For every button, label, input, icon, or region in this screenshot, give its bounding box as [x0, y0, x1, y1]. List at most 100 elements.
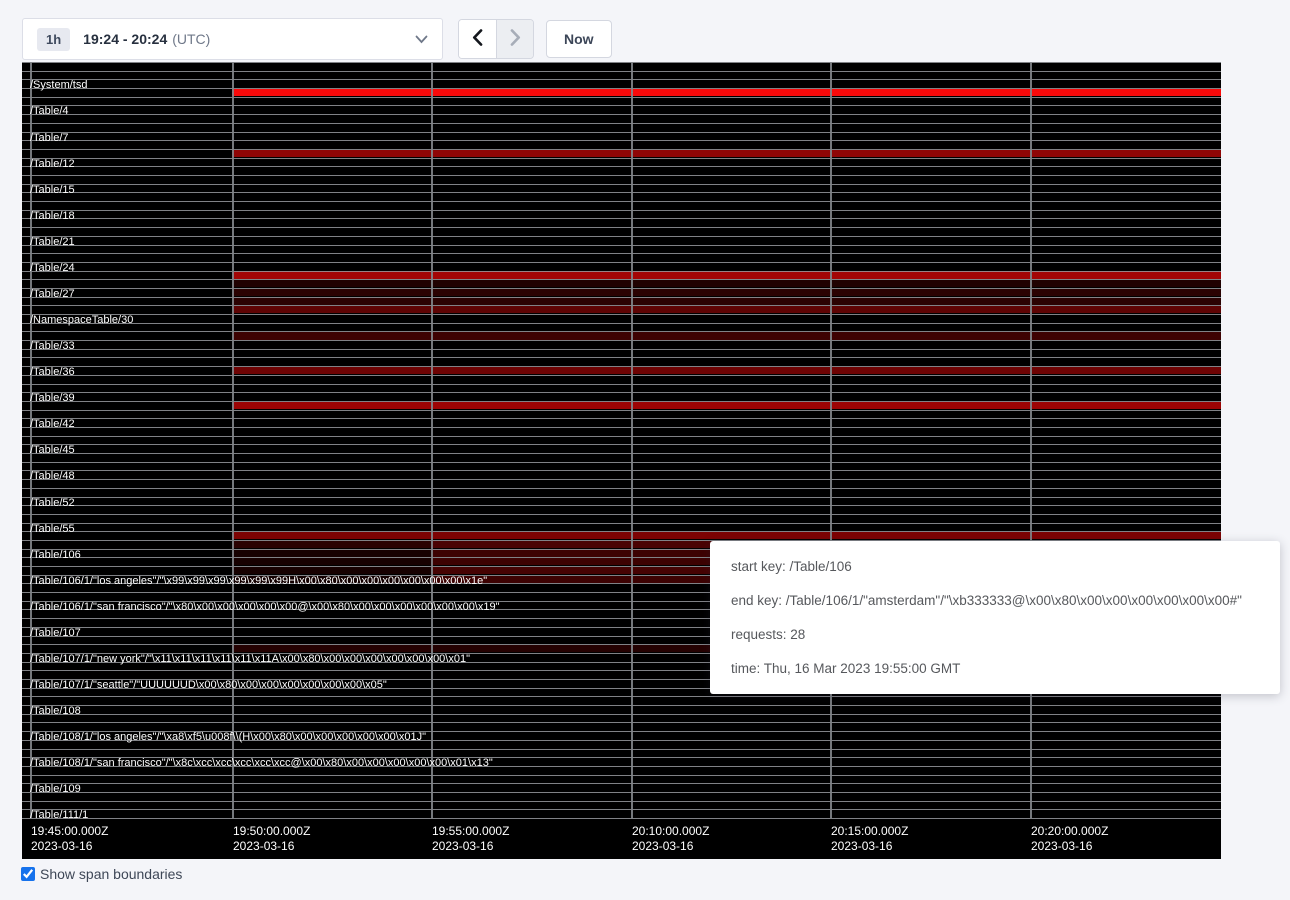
tooltip-time: time: Thu, 16 Mar 2023 19:55:00 GMT — [731, 652, 1259, 686]
x-axis: 19:45:00.000Z2023-03-16 19:50:00.000Z2023… — [22, 818, 1221, 859]
time-bucket-line — [631, 62, 633, 818]
span-boundary-line — [22, 149, 1221, 150]
next-time-button[interactable] — [496, 20, 533, 58]
heat-band — [232, 289, 1221, 296]
tooltip-end-key: end key: /Table/106/1/"amsterdam"/"\xb33… — [731, 584, 1259, 618]
span-key-label: /Table/111/1 — [30, 810, 88, 821]
span-boundary-line — [22, 62, 1221, 63]
span-boundary-line — [22, 375, 1221, 376]
tooltip-start-key: start key: /Table/106 — [731, 550, 1259, 584]
span-key-label: /Table/21 — [30, 237, 75, 248]
span-key-label: /Table/52 — [30, 498, 75, 509]
span-boundary-line — [22, 427, 1221, 428]
key-visualizer: /System/tsd/Table/4/Table/7/Table/12/Tab… — [22, 62, 1221, 859]
span-boundary-line — [22, 227, 1221, 228]
span-boundary-line — [22, 71, 1221, 72]
heat-band — [232, 549, 431, 556]
heat-band — [232, 567, 431, 574]
span-key-label: /System/tsd — [30, 80, 87, 91]
x-axis-label: 19:55:00.000Z2023-03-16 — [432, 824, 509, 854]
span-key-label: /Table/107/1/"seattle"/"UUUUUUD\x00\x80\… — [30, 680, 387, 691]
span-boundary-line — [22, 714, 1221, 715]
tooltip-requests: requests: 28 — [731, 618, 1259, 652]
span-boundary-line — [22, 392, 1221, 393]
span-boundary-line — [22, 140, 1221, 141]
heat-band — [232, 367, 1221, 374]
heat-band — [232, 271, 1221, 278]
span-boundary-line — [22, 384, 1221, 385]
span-boundary-line — [22, 166, 1221, 167]
time-bucket-line — [431, 62, 433, 818]
prev-time-button[interactable] — [459, 20, 496, 58]
span-key-label: /Table/39 — [30, 393, 75, 404]
span-key-label: /Table/18 — [30, 211, 75, 222]
span-key-label: /Table/45 — [30, 445, 75, 456]
span-boundary-line — [22, 809, 1221, 810]
span-boundary-line — [22, 436, 1221, 437]
chevron-down-icon — [415, 35, 428, 44]
span-key-label: /Table/106 — [30, 550, 81, 561]
span-boundary-line — [22, 470, 1221, 471]
span-boundary-line — [22, 114, 1221, 115]
span-key-label: /Table/108/1/"san francisco"/"\x8c\xcc\x… — [30, 758, 493, 769]
span-boundary-line — [22, 288, 1221, 289]
span-boundary-line — [22, 340, 1221, 341]
span-boundary-line — [22, 245, 1221, 246]
time-bucket-line — [232, 62, 234, 818]
span-key-label: /Table/108 — [30, 706, 81, 717]
heat-band — [232, 332, 1221, 339]
span-boundary-line — [22, 210, 1221, 211]
span-boundary-line — [22, 201, 1221, 202]
span-boundary-line — [22, 132, 1221, 133]
time-bucket-line — [830, 62, 832, 818]
span-boundary-line — [22, 323, 1221, 324]
span-boundary-line — [22, 696, 1221, 697]
span-key-label: /Table/42 — [30, 419, 75, 430]
span-key-label: /Table/33 — [30, 341, 75, 352]
heat-band — [232, 280, 1221, 287]
span-boundary-line — [22, 184, 1221, 185]
span-boundary-line — [22, 314, 1221, 315]
span-boundary-line — [22, 497, 1221, 498]
span-boundary-line — [22, 749, 1221, 750]
span-boundary-line — [22, 105, 1221, 106]
show-span-boundaries-checkbox[interactable] — [21, 867, 35, 881]
span-key-label: /Table/4 — [30, 106, 69, 117]
span-boundary-line — [22, 349, 1221, 350]
span-boundary-line — [22, 218, 1221, 219]
span-key-label: /Table/15 — [30, 185, 75, 196]
span-boundary-line — [22, 462, 1221, 463]
heat-band — [232, 402, 1221, 409]
span-key-label: /Table/106/1/"los angeles"/"\x99\x99\x99… — [30, 576, 487, 587]
span-boundary-line — [22, 271, 1221, 272]
chevron-right-icon — [510, 29, 521, 49]
heat-band — [232, 150, 1221, 157]
span-boundary-line — [22, 488, 1221, 489]
span-key-label: /Table/106/1/"san francisco"/"\x80\x00\x… — [30, 602, 500, 613]
span-key-label: /Table/107 — [30, 628, 81, 639]
chevron-left-icon — [472, 29, 483, 49]
span-boundary-line — [22, 79, 1221, 80]
time-range-selector[interactable]: 1h 19:24 - 20:24 (UTC) — [22, 18, 443, 60]
heat-band — [232, 297, 1221, 304]
hover-tooltip: start key: /Table/106 end key: /Table/10… — [710, 541, 1280, 694]
heat-band — [232, 541, 431, 548]
span-boundary-line — [22, 792, 1221, 793]
span-boundary-line — [22, 175, 1221, 176]
span-boundary-line — [22, 192, 1221, 193]
x-axis-label: 20:10:00.000Z2023-03-16 — [632, 824, 709, 854]
x-axis-label: 19:45:00.000Z2023-03-16 — [31, 824, 108, 854]
span-boundary-line — [22, 158, 1221, 159]
span-key-label: /Table/48 — [30, 471, 75, 482]
span-boundary-line — [22, 357, 1221, 358]
span-boundary-line — [22, 97, 1221, 98]
span-key-label: /Table/55 — [30, 524, 75, 535]
key-visualizer-heatmap[interactable]: /System/tsd/Table/4/Table/7/Table/12/Tab… — [22, 62, 1221, 818]
footer: Show span boundaries — [21, 866, 182, 882]
span-key-label: /Table/36 — [30, 367, 75, 378]
now-button[interactable]: Now — [546, 20, 612, 58]
span-boundary-line — [22, 801, 1221, 802]
x-axis-label: 19:50:00.000Z2023-03-16 — [233, 824, 310, 854]
heat-band — [232, 532, 1221, 539]
span-boundary-line — [22, 401, 1221, 402]
